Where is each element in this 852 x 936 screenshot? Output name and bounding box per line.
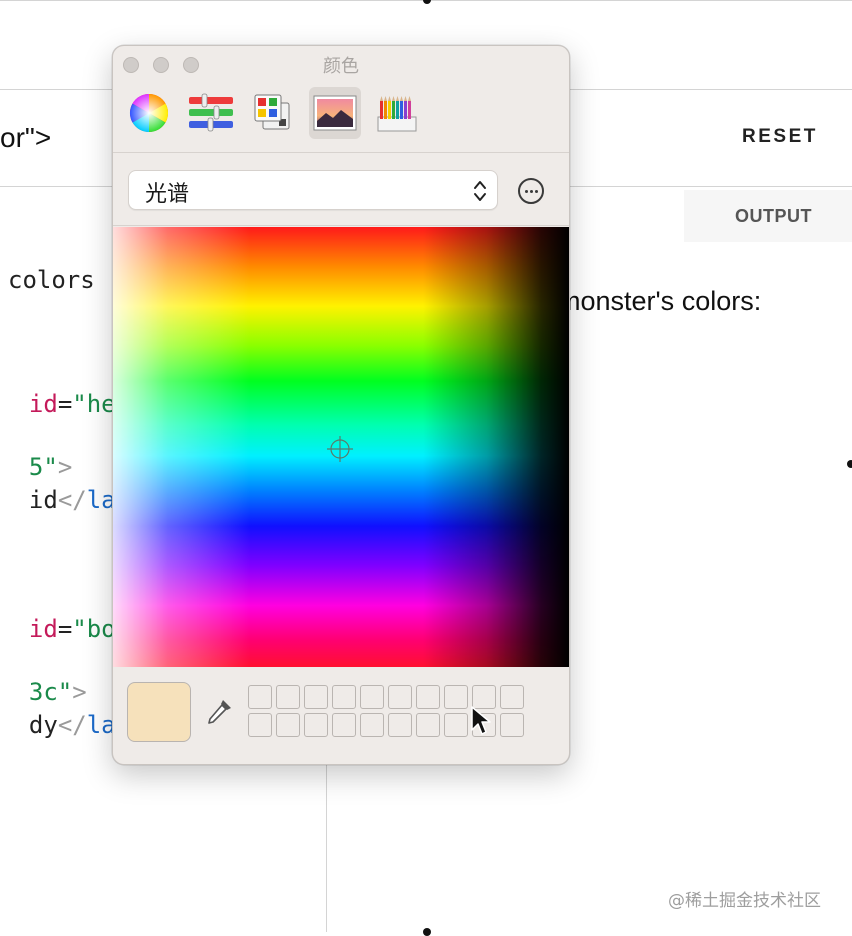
- custom-swatch[interactable]: [332, 713, 356, 737]
- tab-output[interactable]: OUTPUT: [684, 190, 852, 242]
- image-palettes-mode-button[interactable]: [309, 87, 361, 139]
- custom-swatch[interactable]: [276, 685, 300, 709]
- chevron-up-down-icon: [474, 181, 486, 201]
- select-separator: [113, 225, 569, 226]
- custom-swatch[interactable]: [444, 685, 468, 709]
- custom-swatch[interactable]: [360, 685, 384, 709]
- custom-swatch[interactable]: [332, 685, 356, 709]
- watermark: @稀土掘金技术社区: [668, 891, 821, 911]
- pencils-mode-button[interactable]: [371, 87, 423, 139]
- toolbar-separator: [113, 152, 569, 153]
- palette-select[interactable]: 光谱: [128, 170, 498, 210]
- custom-swatch[interactable]: [304, 685, 328, 709]
- custom-swatch[interactable]: [416, 685, 440, 709]
- current-color-well[interactable]: [127, 682, 191, 742]
- spectrum-palette-image[interactable]: [113, 227, 569, 667]
- custom-swatch[interactable]: [248, 685, 272, 709]
- color-sliders-mode-button[interactable]: [185, 87, 237, 139]
- sliders-icon: [189, 93, 233, 132]
- reset-button[interactable]: RESET: [742, 126, 818, 148]
- custom-swatch[interactable]: [388, 685, 412, 709]
- custom-swatch[interactable]: [304, 713, 328, 737]
- code-comment: colors: [8, 266, 95, 294]
- eyedropper-icon[interactable]: [203, 696, 235, 728]
- custom-swatch[interactable]: [248, 713, 272, 737]
- custom-swatch[interactable]: [500, 713, 524, 737]
- crosshair-icon: [327, 436, 353, 462]
- corner-handle: [423, 0, 431, 4]
- custom-swatch[interactable]: [500, 685, 524, 709]
- custom-swatch[interactable]: [416, 713, 440, 737]
- custom-swatch[interactable]: [276, 713, 300, 737]
- window-title: 颜色: [323, 56, 359, 77]
- custom-swatch[interactable]: [388, 713, 412, 737]
- custom-swatch[interactable]: [444, 713, 468, 737]
- mouse-cursor-icon: [471, 706, 491, 735]
- color-picker-window: 颜色 光谱: [112, 45, 570, 765]
- output-text: monster's colors:: [558, 286, 762, 316]
- custom-swatch[interactable]: [360, 713, 384, 737]
- corner-handle-bottom: [423, 928, 431, 936]
- color-wheel-icon: [129, 93, 169, 133]
- edge-handle: [847, 460, 852, 468]
- more-options-icon[interactable]: [518, 178, 544, 204]
- palette-select-value: 光谱: [145, 182, 190, 207]
- pencils-icon: [377, 96, 417, 132]
- tab-output-label: OUTPUT: [735, 206, 812, 226]
- image-palette-icon: [313, 95, 357, 131]
- color-palettes-mode-button[interactable]: [247, 87, 299, 139]
- color-wheel-mode-button[interactable]: [123, 87, 175, 139]
- palette-icon: [254, 94, 290, 130]
- code-header-fragment: or">: [0, 122, 52, 153]
